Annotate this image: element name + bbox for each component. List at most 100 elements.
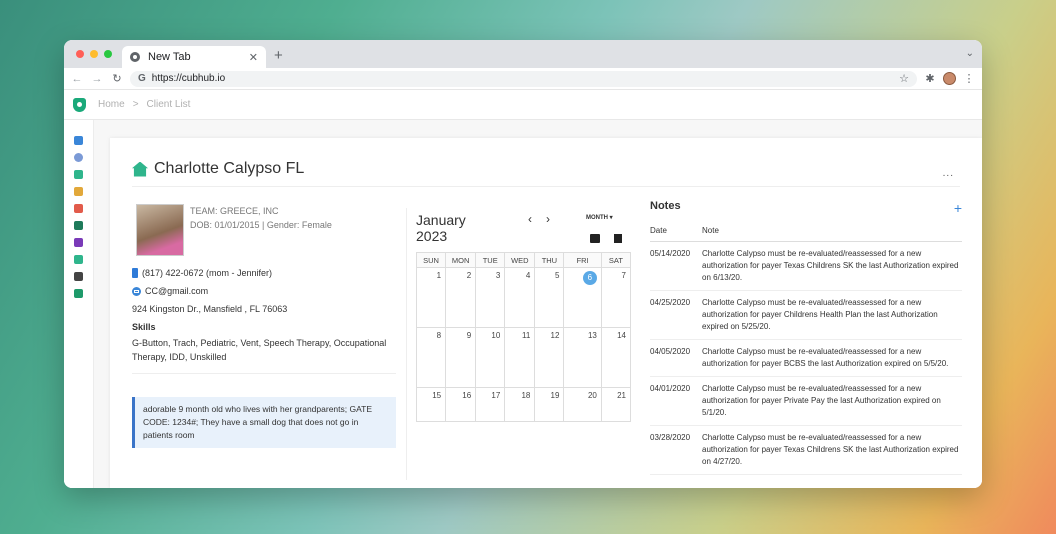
- note-date: 04/25/2020: [650, 298, 691, 307]
- browser-tab[interactable]: New Tab ✕: [122, 46, 266, 68]
- print-icon[interactable]: [590, 234, 600, 243]
- note-text: Charlotte Calypso must be re-evaluated/r…: [702, 249, 959, 282]
- menu-kebab-icon[interactable]: ⋮: [962, 72, 976, 85]
- address-bar[interactable]: G https://cubhub.io ☆: [130, 70, 917, 87]
- calendar-day-cell[interactable]: 21: [600, 387, 632, 422]
- logo-icon: [72, 97, 86, 112]
- home-icon[interactable]: [74, 136, 83, 145]
- billing-icon[interactable]: [74, 272, 83, 281]
- calendar-week: 1 2 3 4 5 6 7: [415, 267, 632, 328]
- calendar-day-cell[interactable]: 10: [475, 327, 506, 388]
- email-icon: [132, 286, 141, 296]
- calendar-nav: ‹ ›: [528, 212, 550, 226]
- calendar-day-cell[interactable]: 13: [563, 327, 602, 388]
- calendar-day-cell[interactable]: 8: [415, 327, 447, 388]
- calendar-day-number: 17: [491, 391, 501, 400]
- add-note-button[interactable]: +: [954, 200, 962, 216]
- extensions-icon[interactable]: ✱: [923, 72, 937, 85]
- calendar-day-number: 9: [466, 331, 472, 340]
- calendar-day-sun: SUN: [415, 252, 447, 268]
- next-month-icon[interactable]: ›: [546, 212, 550, 226]
- calendar-day-cell[interactable]: 20: [563, 387, 602, 422]
- notes-list: 05/14/2020 Charlotte Calypso must be re-e…: [650, 242, 962, 475]
- client-photo: [136, 204, 184, 256]
- client-home-icon: [132, 161, 148, 177]
- profile-divider: [132, 373, 396, 374]
- calendar-day-number: 21: [617, 391, 626, 400]
- url-text: https://cubhub.io: [151, 73, 226, 84]
- note-row[interactable]: 05/14/2020 Charlotte Calypso must be re-e…: [650, 242, 962, 291]
- note-row[interactable]: 04/25/2020 Charlotte Calypso must be re-e…: [650, 291, 962, 340]
- calendar-day-number: 13: [587, 331, 597, 340]
- app-logo[interactable]: [64, 97, 94, 112]
- folder-icon[interactable]: [74, 255, 83, 264]
- calendar-day-cell[interactable]: 11: [504, 327, 536, 388]
- phone-icon: [132, 268, 138, 278]
- tools-icon[interactable]: [74, 289, 83, 298]
- close-window-button[interactable]: [76, 50, 84, 58]
- client-name: Charlotte Calypso FL: [154, 160, 305, 177]
- app-body: Charlotte Calypso FL ... TEAM: GREECE, I…: [64, 120, 982, 488]
- note-date: 03/28/2020: [650, 433, 691, 442]
- back-icon[interactable]: ←: [70, 73, 84, 85]
- calendar-picker-icon[interactable]: [614, 234, 622, 243]
- calendar-day-number: 7: [621, 271, 626, 280]
- bookmark-star-icon[interactable]: ☆: [899, 72, 909, 85]
- close-tab-icon[interactable]: ✕: [249, 51, 258, 64]
- note-text: Charlotte Calypso must be re-evaluated/r…: [702, 433, 959, 466]
- header-divider: [132, 186, 960, 187]
- calendar-day-cell[interactable]: 2: [445, 267, 477, 328]
- calendar-day-cell[interactable]: 9: [445, 327, 477, 388]
- people-icon[interactable]: [74, 187, 83, 196]
- document-icon[interactable]: [74, 221, 83, 230]
- calendar-day-number: 15: [432, 391, 442, 400]
- tab-search-icon[interactable]: ⌄: [966, 48, 974, 59]
- notes-panel: Notes + Date Note 05/14/2020 Charlotte Ca…: [650, 200, 962, 475]
- hand-icon[interactable]: [74, 238, 83, 247]
- calendar-day-sat: SAT: [600, 252, 632, 268]
- client-meta: TEAM: GREECE, INC DOB: 01/01/2015 | Gend…: [190, 204, 332, 232]
- maximize-window-button[interactable]: [104, 50, 112, 58]
- view-select[interactable]: MONTH ▾: [586, 214, 613, 221]
- calendar-day-number: 18: [521, 391, 531, 400]
- client-email[interactable]: CC@gmail.com: [145, 282, 208, 300]
- note-row[interactable]: 04/05/2020 Charlotte Calypso must be re-e…: [650, 340, 962, 377]
- skills-list: G-Button, Trach, Pediatric, Vent, Speech…: [132, 338, 387, 362]
- calendar-icon[interactable]: [74, 204, 83, 213]
- calendar-day-cell[interactable]: 1: [415, 267, 447, 328]
- note-date: 05/14/2020: [650, 249, 691, 258]
- calendar-day-cell[interactable]: 16: [445, 387, 477, 422]
- app-header: Home > Client List: [64, 90, 982, 120]
- check-icon[interactable]: [74, 153, 83, 162]
- profile-avatar[interactable]: [943, 72, 956, 85]
- forward-icon[interactable]: →: [90, 73, 104, 85]
- google-icon: G: [138, 73, 146, 84]
- calendar-day-cell[interactable]: 3: [475, 267, 506, 328]
- calendar-day-cell[interactable]: 5: [534, 267, 565, 328]
- calendar-day-wed: WED: [504, 252, 536, 268]
- reload-icon[interactable]: ↻: [110, 72, 124, 85]
- prev-month-icon[interactable]: ‹: [528, 212, 532, 226]
- calendar-day-number: 16: [462, 391, 472, 400]
- note-row[interactable]: 03/28/2020 Charlotte Calypso must be re-e…: [650, 426, 962, 475]
- calendar-day-cell[interactable]: 14: [600, 327, 632, 388]
- new-tab-button[interactable]: +: [274, 47, 283, 64]
- calendar-day-cell[interactable]: 6: [563, 267, 602, 328]
- calendar-day-cell[interactable]: 17: [475, 387, 506, 422]
- calendar-day-cell[interactable]: 4: [504, 267, 536, 328]
- breadcrumb-home[interactable]: Home: [98, 99, 125, 110]
- note-row[interactable]: 04/01/2020 Charlotte Calypso must be re-e…: [650, 377, 962, 426]
- calendar-day-cell[interactable]: 18: [504, 387, 536, 422]
- calendar-day-cell[interactable]: 19: [534, 387, 565, 422]
- calendar-day-cell[interactable]: 12: [534, 327, 565, 388]
- note-text: Charlotte Calypso must be re-evaluated/r…: [702, 347, 949, 368]
- calendar-grid: SUN MON TUE WED THU FRI SAT 1 2 3 4 5 6 7 8 9 10 11 12 13 1…: [415, 252, 632, 422]
- house-icon[interactable]: [74, 170, 83, 179]
- breadcrumb-client-list[interactable]: Client List: [147, 99, 191, 110]
- minimize-window-button[interactable]: [90, 50, 98, 58]
- calendar-day-cell[interactable]: 15: [415, 387, 447, 422]
- client-contact: (817) 422-0672 (mom - Jennifer) CC@gmail…: [132, 264, 394, 364]
- more-options-icon[interactable]: ...: [943, 168, 954, 179]
- client-phone[interactable]: (817) 422-0672 (mom - Jennifer): [142, 264, 272, 282]
- calendar-day-cell[interactable]: 7: [600, 267, 632, 328]
